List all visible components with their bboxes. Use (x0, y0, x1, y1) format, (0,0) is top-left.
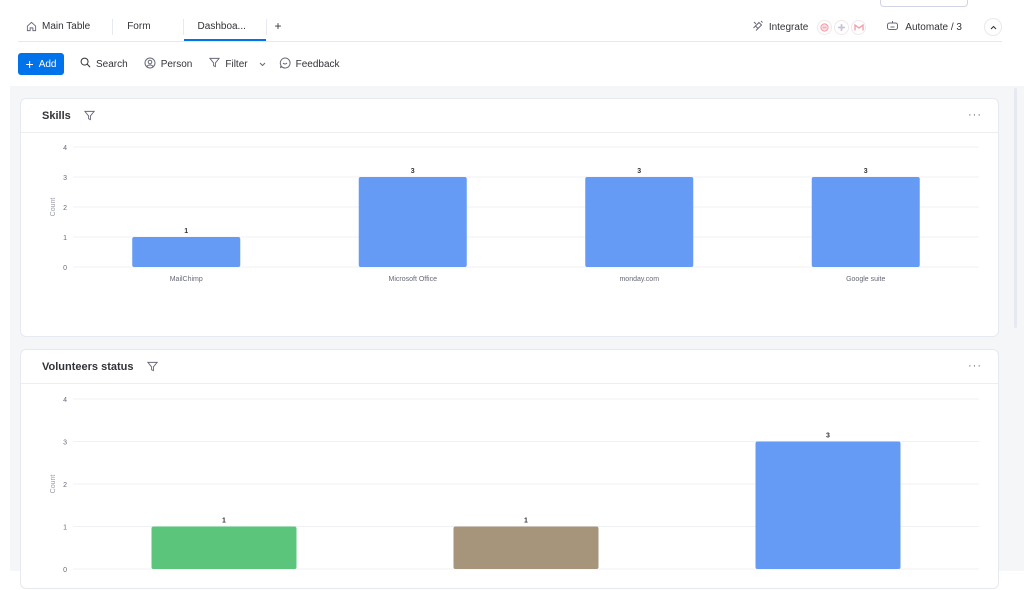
add-view-button[interactable]: + (267, 12, 292, 42)
filter-button[interactable]: Filter (209, 57, 265, 71)
bar (151, 526, 297, 569)
tab-label: Form (127, 20, 151, 32)
widget-header: Skills ··· (21, 99, 998, 133)
widget-header: Volunteers status ··· (21, 350, 998, 384)
person-icon (144, 57, 156, 72)
integrate-icon (752, 20, 764, 35)
filter-label: Filter (225, 58, 248, 70)
y-tick-label: 2 (63, 205, 67, 212)
y-tick-label: 1 (63, 235, 67, 242)
data-label: 3 (826, 433, 830, 440)
y-tick-label: 4 (63, 397, 67, 404)
skills-widget: Skills ··· 0 1 2 3 4 Count 1 MailChimp 3 Microsof… (20, 98, 999, 337)
y-tick-label: 1 (63, 525, 67, 532)
filter-icon[interactable] (83, 110, 95, 121)
automate-button[interactable]: Automate / 3 (886, 20, 962, 34)
more-options-icon[interactable]: ··· (968, 360, 982, 372)
x-tick-label: Microsoft Office (389, 276, 438, 283)
feedback-button[interactable]: Feedback (279, 56, 340, 72)
plus-icon: + (274, 19, 282, 33)
bar (358, 177, 467, 267)
top-bar: Main Table Form Dashboa... + Integrate A… (0, 0, 1024, 42)
person-filter-button[interactable]: Person (144, 57, 193, 72)
y-tick-label: 0 (63, 265, 67, 272)
bar (755, 441, 901, 569)
integration-apps (817, 19, 867, 35)
y-tick-label: 3 (63, 175, 67, 182)
partial-popover (880, 0, 968, 7)
gmail-icon (851, 19, 867, 35)
tab-form[interactable]: Form (113, 12, 182, 42)
y-tick-label: 4 (63, 145, 67, 152)
tab-dashboard[interactable]: Dashboa... (183, 12, 266, 42)
tab-label: Dashboa... (197, 20, 246, 32)
tab-main-table[interactable]: Main Table (18, 12, 112, 42)
add-button[interactable]: + Add (18, 53, 64, 75)
slack-icon (834, 19, 850, 35)
widget-title: Skills (42, 109, 71, 122)
header-divider (18, 41, 1002, 42)
x-tick-label: monday.com (619, 276, 659, 283)
robot-icon (886, 20, 899, 34)
data-label: 1 (184, 228, 188, 235)
data-label: 3 (864, 168, 868, 175)
board-toolbar: + Add Search Person Filter Feedback (18, 53, 340, 75)
data-label: 1 (524, 518, 528, 525)
person-label: Person (160, 58, 193, 70)
lifebuoy-app-icon (817, 19, 833, 35)
search-icon (80, 57, 91, 71)
y-tick-label: 2 (63, 482, 67, 489)
y-axis-label: Count (50, 198, 57, 217)
widget-title: Volunteers status (42, 360, 134, 373)
bar (132, 237, 241, 267)
filter-icon (209, 57, 221, 71)
plus-icon: + (25, 55, 34, 72)
integrate-label: Integrate (768, 21, 809, 33)
bar (453, 526, 599, 569)
search-button[interactable]: Search (80, 57, 128, 71)
feedback-icon (279, 56, 291, 72)
data-label: 3 (411, 168, 415, 175)
y-axis-label: Count (50, 475, 57, 494)
scrollbar-thumb[interactable] (1014, 88, 1017, 328)
tab-label: Main Table (42, 20, 91, 32)
chevron-down-icon[interactable] (259, 60, 266, 69)
data-label: 3 (637, 168, 641, 175)
skills-bar-chart: 0 1 2 3 4 Count 1 MailChimp 3 Microsoft Office 3 mo… (50, 145, 979, 283)
search-label: Search (96, 58, 128, 70)
volunteers-status-widget: Volunteers status ··· 0 1 2 3 4 Count 1 1 3 (20, 349, 999, 589)
y-tick-label: 3 (63, 440, 67, 447)
data-label: 1 (222, 518, 226, 525)
filter-icon[interactable] (146, 361, 158, 372)
bar (811, 177, 920, 267)
home-icon (26, 21, 37, 32)
volunteers-status-bar-chart: 01234Count1 13 (50, 397, 979, 574)
automate-label: Automate / 3 (905, 21, 962, 33)
x-tick-label: MailChimp (170, 276, 203, 283)
x-tick-label: Google suite (846, 276, 885, 283)
integrate-button[interactable]: Integrate (752, 19, 867, 35)
view-tabs: Main Table Form Dashboa... + (18, 12, 292, 42)
collapse-header-button[interactable] (984, 18, 1002, 36)
bar (585, 177, 694, 267)
feedback-label: Feedback (295, 58, 340, 70)
top-right-actions: Integrate Automate / 3 (752, 17, 1002, 37)
more-options-icon[interactable]: ··· (968, 109, 982, 121)
add-label: Add (38, 58, 57, 70)
chevron-up-icon (990, 25, 996, 29)
